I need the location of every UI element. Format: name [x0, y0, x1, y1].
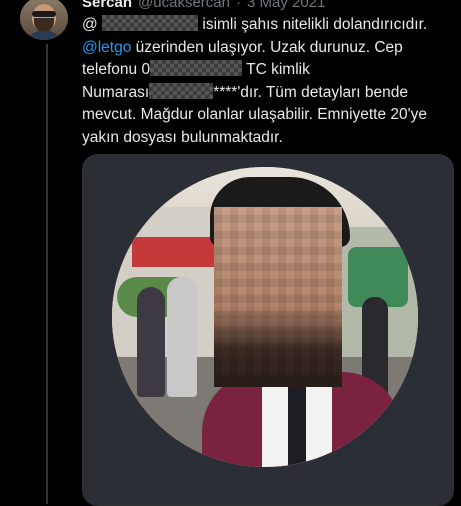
text-line-4-a: Numarası: [82, 83, 150, 101]
text-line-3-a: telefonu 0: [82, 61, 151, 78]
text-line-3-b: TC kimlik: [246, 61, 310, 78]
separator: ·: [235, 0, 241, 11]
attached-photo[interactable]: [112, 167, 418, 467]
redacted-phone: [150, 60, 243, 76]
at-sign: @: [82, 16, 98, 33]
avatar[interactable]: [20, 0, 68, 40]
thread-line: [46, 44, 48, 504]
author-name[interactable]: Sercan: [82, 0, 132, 11]
text-line-5: mevcut. Mağdur olanlar ulaşabilir. Emniy…: [82, 106, 427, 123]
text-line-4-b: ****'dır. Tüm detayları bende: [213, 83, 409, 101]
pixelated-face: [214, 207, 342, 387]
media-card[interactable]: [82, 154, 454, 506]
tweet-date[interactable]: 3 May 2021: [247, 0, 325, 11]
tweet-header: Sercan @ucaksercan · 3 May 2021: [82, 0, 325, 11]
text-line-6: yakın dosyası bulunmaktadır.: [82, 128, 283, 146]
mention-link[interactable]: @letgo: [82, 39, 131, 56]
redacted-id: [149, 82, 214, 99]
text-line-4: Numarası ****'dır. Tüm detayları bende: [82, 82, 452, 105]
author-handle[interactable]: @ucaksercan: [138, 0, 230, 11]
text-line-2: @letgo üzerinden ulaşıyor. Uzak durunuz.…: [82, 37, 452, 60]
redacted-name: [102, 15, 199, 31]
text-line-1: @ isimli şahıs nitelikli dolandırıcıdır.: [82, 14, 452, 37]
text-line-1-rest: isimli şahıs nitelikli dolandırıcıdır.: [202, 16, 428, 33]
tweet-text: @ isimli şahıs nitelikli dolandırıcıdır.…: [82, 14, 452, 149]
text-line-2-rest: üzerinden ulaşıyor. Uzak durunuz. Cep: [135, 38, 403, 56]
text-line-3: telefonu 0 TC kimlik: [82, 59, 452, 82]
